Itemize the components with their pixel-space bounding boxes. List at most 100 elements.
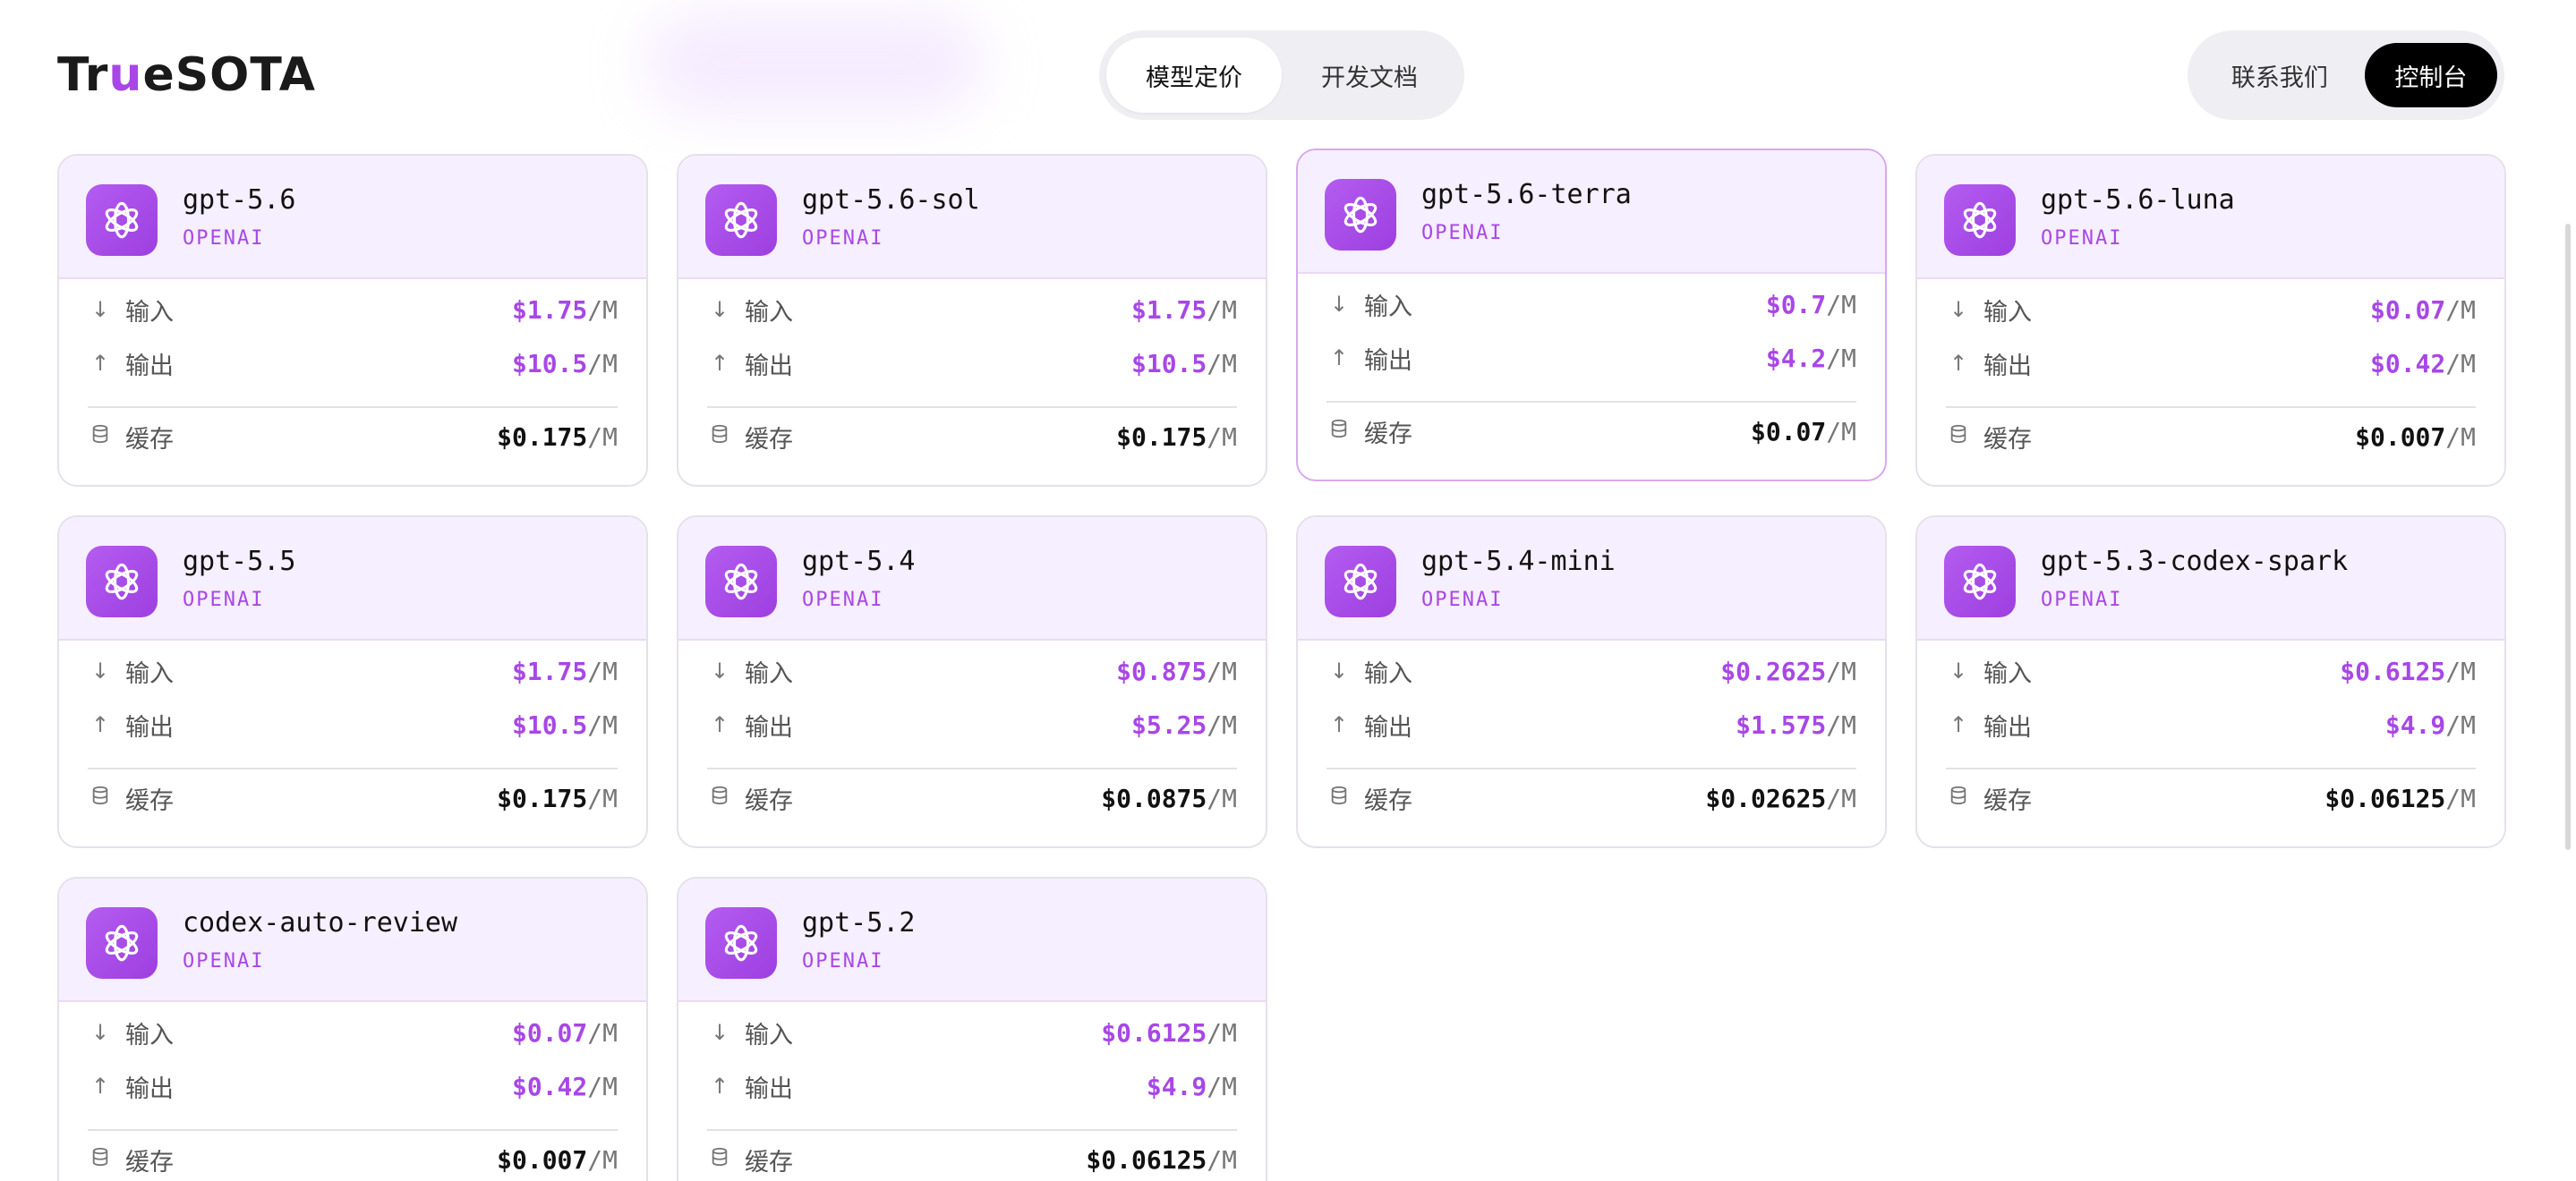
input-price: $1.75/M bbox=[1130, 294, 1237, 325]
card-header: codex-auto-review OPENAI bbox=[59, 879, 646, 1002]
cache-label: 缓存 bbox=[745, 786, 793, 815]
input-label: 输入 bbox=[1364, 293, 1412, 321]
input-price-row: ↓ 输入 $0.2625/M bbox=[1326, 653, 1856, 689]
input-price: $0.2625/M bbox=[1720, 656, 1856, 686]
input-price-row: ↓ 输入 $0.875/M bbox=[707, 653, 1237, 689]
card-header: gpt-5.6-luna OPENAI bbox=[1917, 156, 2504, 279]
database-icon bbox=[88, 786, 113, 811]
input-price-row: ↓ 输入 $0.6125/M bbox=[707, 1015, 1237, 1050]
database-icon bbox=[88, 1147, 113, 1172]
arrow-up-icon: ↑ bbox=[90, 351, 110, 376]
card-header: gpt-5.4-mini OPENAI bbox=[1298, 517, 1885, 641]
openai-icon bbox=[1944, 184, 2016, 256]
arrow-up-icon: ↑ bbox=[1949, 712, 1968, 737]
output-label: 输出 bbox=[1983, 713, 2032, 742]
output-label: 输出 bbox=[745, 1075, 793, 1103]
arrow-down-icon: ↓ bbox=[90, 297, 110, 322]
divider bbox=[707, 1129, 1237, 1131]
provider-label: OPENAI bbox=[802, 227, 884, 250]
cache-price: $0.02625/M bbox=[1705, 783, 1856, 813]
openai-icon bbox=[1325, 179, 1396, 251]
cache-price: $0.0875/M bbox=[1101, 783, 1237, 813]
input-price: $1.75/M bbox=[511, 656, 618, 686]
model-card[interactable]: gpt-5.3-codex-spark OPENAI ↓ 输入 $0.6125/M… bbox=[1915, 515, 2506, 848]
model-card[interactable]: gpt-5.6-luna OPENAI ↓ 输入 $0.07/M ↑ 输出 $0.4… bbox=[1915, 154, 2506, 487]
console-button[interactable]: 控制台 bbox=[2364, 43, 2497, 107]
database-icon bbox=[707, 786, 732, 811]
provider-label: OPENAI bbox=[183, 589, 265, 611]
output-price: $10.5/M bbox=[1130, 348, 1237, 378]
provider-label: OPENAI bbox=[1421, 222, 1504, 244]
model-name: gpt-5.6-sol bbox=[802, 184, 980, 216]
arrow-up-icon: ↑ bbox=[710, 1074, 729, 1099]
output-price-row: ↑ 输出 $4.9/M bbox=[707, 1068, 1237, 1104]
card-header: gpt-5.2 OPENAI bbox=[678, 879, 1266, 1002]
output-label: 输出 bbox=[125, 352, 174, 380]
tab-dev-docs[interactable]: 开发文档 bbox=[1282, 38, 1457, 113]
page: TrueSOTA 模型定价 开发文档 联系我们 控制台 gpt-5.6 OPEN… bbox=[0, 0, 2576, 1181]
tab-model-pricing[interactable]: 模型定价 bbox=[1106, 38, 1282, 113]
arrow-down-icon: ↓ bbox=[90, 1020, 110, 1045]
input-price: $0.07/M bbox=[2369, 294, 2476, 325]
output-price-row: ↑ 输出 $1.575/M bbox=[1326, 707, 1856, 743]
cache-price-row: 缓存 $0.175/M bbox=[88, 419, 618, 455]
divider bbox=[1946, 768, 2476, 769]
model-card[interactable]: gpt-5.6-sol OPENAI ↓ 输入 $1.75/M ↑ 输出 $10.5… bbox=[677, 154, 1267, 487]
contact-us-button[interactable]: 联系我们 bbox=[2195, 38, 2365, 113]
output-label: 输出 bbox=[1364, 713, 1412, 742]
cache-label: 缓存 bbox=[125, 786, 174, 815]
openai-icon bbox=[86, 907, 158, 979]
card-header: gpt-5.4 OPENAI bbox=[678, 517, 1266, 641]
arrow-up-icon: ↑ bbox=[1949, 351, 1968, 376]
model-card[interactable]: gpt-5.4-mini OPENAI ↓ 输入 $0.2625/M ↑ 输出 $1… bbox=[1296, 515, 1887, 848]
provider-label: OPENAI bbox=[2041, 589, 2123, 611]
model-card[interactable]: gpt-5.6 OPENAI ↓ 输入 $1.75/M ↑ 输出 $10.5/M 缓… bbox=[57, 154, 648, 487]
cache-price-row: 缓存 $0.06125/M bbox=[707, 1142, 1237, 1177]
input-label: 输入 bbox=[745, 659, 793, 688]
input-price: $0.6125/M bbox=[1101, 1017, 1237, 1048]
arrow-up-icon: ↑ bbox=[90, 1074, 110, 1099]
arrow-down-icon: ↓ bbox=[1949, 297, 1968, 322]
cache-label: 缓存 bbox=[1983, 786, 2032, 815]
provider-label: OPENAI bbox=[1421, 589, 1504, 611]
scrollbar[interactable] bbox=[2565, 224, 2571, 850]
model-card[interactable]: gpt-5.2 OPENAI ↓ 输入 $0.6125/M ↑ 输出 $4.9/M … bbox=[677, 877, 1267, 1181]
cache-price-row: 缓存 $0.07/M bbox=[1326, 413, 1856, 449]
nav-pill: 模型定价 开发文档 bbox=[1099, 30, 1464, 120]
model-card[interactable]: codex-auto-review OPENAI ↓ 输入 $0.07/M ↑ 输出… bbox=[57, 877, 648, 1181]
arrow-down-icon: ↓ bbox=[710, 1020, 729, 1045]
arrow-down-icon: ↓ bbox=[1329, 292, 1349, 317]
header-actions: 联系我们 控制台 bbox=[2188, 30, 2504, 120]
output-label: 输出 bbox=[745, 713, 793, 742]
arrow-up-icon: ↑ bbox=[710, 351, 729, 376]
arrow-down-icon: ↓ bbox=[90, 658, 110, 684]
cache-price-row: 缓存 $0.02625/M bbox=[1326, 780, 1856, 816]
model-card[interactable]: gpt-5.4 OPENAI ↓ 输入 $0.875/M ↑ 输出 $5.25/M … bbox=[677, 515, 1267, 848]
output-label: 输出 bbox=[745, 352, 793, 380]
card-header: gpt-5.6 OPENAI bbox=[59, 156, 646, 279]
cache-price-row: 缓存 $0.06125/M bbox=[1946, 780, 2476, 816]
divider bbox=[1326, 768, 1856, 769]
cache-label: 缓存 bbox=[745, 425, 793, 454]
output-price-row: ↑ 输出 $4.9/M bbox=[1946, 707, 2476, 743]
model-name: gpt-5.5 bbox=[183, 546, 296, 577]
input-price-row: ↓ 输入 $1.75/M bbox=[88, 653, 618, 689]
arrow-up-icon: ↑ bbox=[1329, 712, 1349, 737]
input-price: $1.75/M bbox=[511, 294, 618, 325]
arrow-down-icon: ↓ bbox=[1329, 658, 1349, 684]
cache-label: 缓存 bbox=[1364, 786, 1412, 815]
cache-price: $0.175/M bbox=[1116, 421, 1237, 452]
cache-label: 缓存 bbox=[125, 425, 174, 454]
input-label: 输入 bbox=[125, 1021, 174, 1049]
arrow-down-icon: ↓ bbox=[710, 297, 729, 322]
arrow-down-icon: ↓ bbox=[1949, 658, 1968, 684]
model-card[interactable]: gpt-5.6-terra OPENAI ↓ 输入 $0.7/M ↑ 输出 $4.2… bbox=[1296, 149, 1887, 481]
output-price: $10.5/M bbox=[511, 709, 618, 740]
model-card[interactable]: gpt-5.5 OPENAI ↓ 输入 $1.75/M ↑ 输出 $10.5/M 缓… bbox=[57, 515, 648, 848]
model-name: codex-auto-review bbox=[183, 907, 458, 939]
model-name: gpt-5.4 bbox=[802, 546, 916, 577]
output-price: $0.42/M bbox=[511, 1071, 618, 1101]
logo[interactable]: TrueSOTA bbox=[57, 48, 316, 102]
cache-price-row: 缓存 $0.007/M bbox=[1946, 419, 2476, 455]
arrow-up-icon: ↑ bbox=[710, 712, 729, 737]
